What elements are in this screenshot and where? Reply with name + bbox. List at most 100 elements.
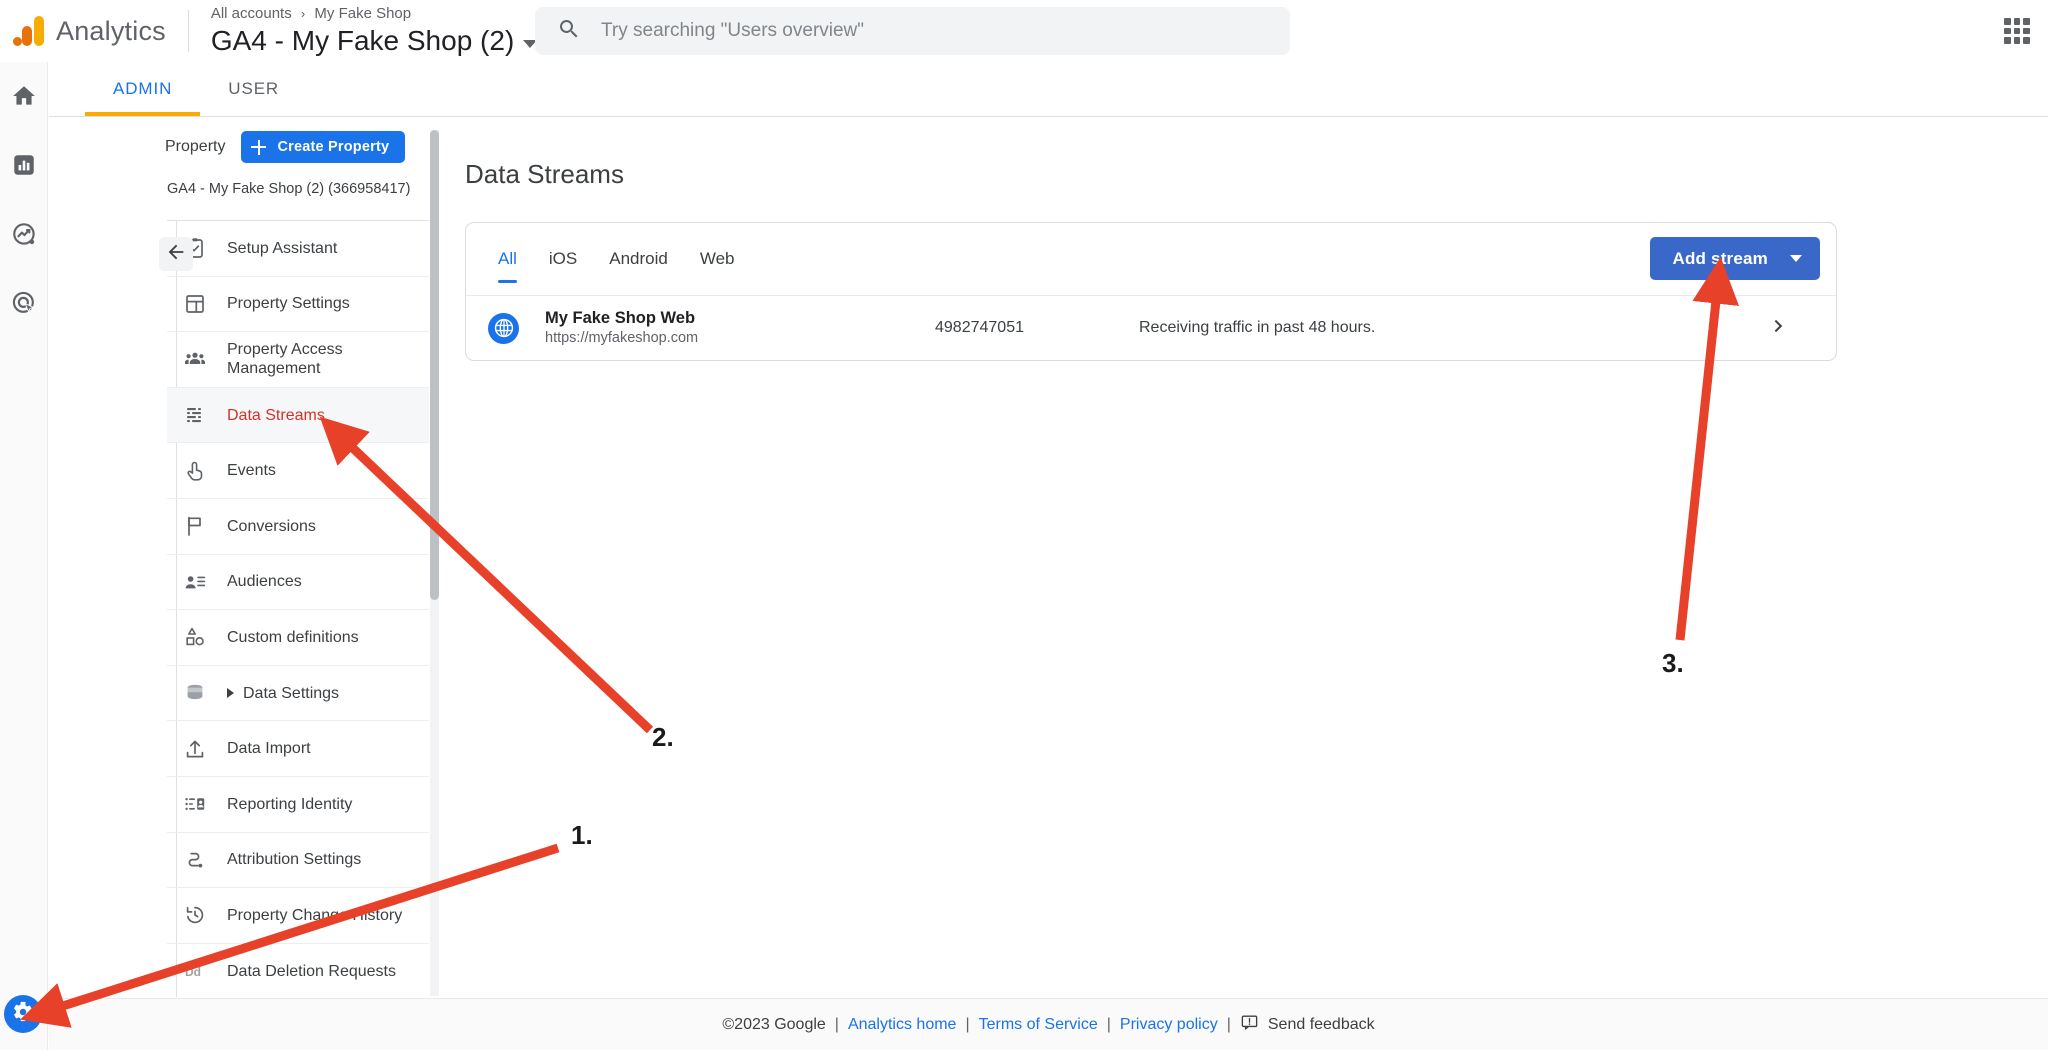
sidebar-item-reports[interactable] — [0, 139, 48, 196]
tab-web[interactable]: Web — [684, 223, 751, 295]
table-row[interactable]: My Fake Shop Web https://myfakeshop.com … — [466, 295, 1836, 360]
breadcrumb-separator-icon: › — [301, 6, 305, 21]
create-property-button[interactable]: Create Property — [241, 131, 405, 163]
sidebar-item-setup-assistant[interactable]: Setup Assistant — [167, 220, 429, 276]
send-feedback-button[interactable]: Send feedback — [1240, 1013, 1375, 1037]
sidebar-item-property-settings[interactable]: Property Settings — [167, 276, 429, 332]
property-title: GA4 - My Fake Shop (2) — [211, 25, 514, 57]
database-icon — [183, 681, 207, 705]
history-clock-icon — [183, 903, 207, 927]
svg-text:Dd: Dd — [185, 965, 201, 979]
sidebar-item-audiences[interactable]: Audiences — [167, 554, 429, 610]
brand-name: Analytics — [56, 16, 166, 47]
arrow-left-icon — [165, 241, 187, 268]
flag-icon — [183, 514, 207, 538]
property-header-row: Property Create Property — [49, 117, 429, 173]
sidebar-item-property-access-management[interactable]: Property Access Management — [167, 331, 429, 387]
tab-ios[interactable]: iOS — [533, 223, 593, 295]
sidebar-item-advertising[interactable] — [0, 277, 48, 334]
sidebar-item-label: Data Import — [227, 739, 311, 758]
sidebar-item-label: Audiences — [227, 572, 302, 591]
sidebar-item-label: Attribution Settings — [227, 850, 361, 869]
upload-icon — [183, 737, 207, 761]
sidebar-item-data-settings[interactable]: Data Settings — [167, 665, 429, 721]
apps-grid-icon[interactable] — [2000, 14, 2034, 48]
property-selector[interactable]: GA4 - My Fake Shop (2) — [211, 25, 537, 57]
plus-icon — [251, 140, 266, 155]
sidebar-item-label: Data Deletion Requests — [227, 962, 396, 981]
stream-url: https://myfakeshop.com — [545, 329, 698, 348]
status-badge: Receiving traffic in past 48 hours. — [1139, 319, 1375, 337]
tab-android[interactable]: Android — [593, 223, 684, 295]
property-id-line: GA4 - My Fake Shop (2) (366958417) — [49, 173, 429, 207]
collapse-panel-button[interactable] — [159, 237, 193, 271]
search-input[interactable] — [599, 19, 1239, 43]
sidebar-item-explore[interactable] — [0, 208, 48, 265]
footer-link-terms-of-service[interactable]: Terms of Service — [979, 1016, 1098, 1034]
sidebar-item-label: Reporting Identity — [227, 795, 352, 814]
account-block: All accounts › My Fake Shop GA4 - My Fak… — [211, 5, 537, 57]
copyright: ©2023 Google — [722, 1016, 825, 1034]
sidebar-item-data-streams[interactable]: Data Streams — [167, 387, 429, 443]
admin-gear-fab[interactable] — [4, 995, 42, 1033]
stream-filter-tabs: All iOS Android Web Add stream — [466, 223, 1836, 295]
divider: | — [835, 1016, 839, 1034]
shapes-icon — [183, 625, 207, 649]
top-bar: Analytics All accounts › My Fake Shop GA… — [0, 0, 2048, 62]
stream-name: My Fake Shop Web — [545, 308, 698, 328]
sidebar-item-label: Property Access Management — [227, 340, 429, 378]
breadcrumb-all-accounts[interactable]: All accounts — [211, 5, 292, 22]
sidebar-item-events[interactable]: Events — [167, 442, 429, 498]
tab-all[interactable]: All — [482, 223, 533, 295]
search-bar[interactable] — [535, 7, 1290, 55]
sidebar-item-home[interactable] — [0, 70, 48, 127]
breadcrumb: All accounts › My Fake Shop — [211, 5, 537, 23]
people-icon — [183, 347, 207, 371]
sidebar-item-custom-definitions[interactable]: Custom definitions — [167, 609, 429, 665]
globe-web-icon — [488, 313, 519, 344]
sidebar-item-label: Events — [227, 461, 276, 480]
chevron-right-icon[interactable] — [1766, 313, 1792, 344]
stream-cells: My Fake Shop Web https://myfakeshop.com … — [545, 296, 1814, 361]
footer-link-analytics-home[interactable]: Analytics home — [848, 1016, 957, 1034]
sidebar-item-conversions[interactable]: Conversions — [167, 498, 429, 554]
sidebar-item-attribution-settings[interactable]: Attribution Settings — [167, 832, 429, 888]
footer-link-privacy-policy[interactable]: Privacy policy — [1120, 1016, 1218, 1034]
reporting-identity-icon — [183, 792, 207, 816]
feedback-icon — [1240, 1013, 1268, 1037]
expand-arrow-icon — [227, 688, 234, 698]
sidebar-item-label: Setup Assistant — [227, 239, 337, 258]
divider — [188, 10, 189, 52]
add-stream-label: Add stream — [1672, 249, 1768, 269]
google-analytics-logo — [12, 14, 46, 48]
sidebar-item-label: Data Settings — [243, 684, 339, 703]
dd-icon: Dd — [183, 959, 207, 983]
sidebar-item-data-import[interactable]: Data Import — [167, 720, 429, 776]
stream-identity: My Fake Shop Web https://myfakeshop.com — [545, 308, 698, 348]
admin-left-panel: Property Create Property GA4 - My Fake S… — [49, 117, 429, 997]
gear-icon — [12, 1001, 34, 1028]
explore-trend-icon — [11, 221, 38, 253]
left-nav-rail — [0, 62, 48, 1050]
person-list-icon — [183, 570, 207, 594]
divider: | — [1107, 1016, 1111, 1034]
sidebar-item-reporting-identity[interactable]: Reporting Identity — [167, 776, 429, 832]
sidebar-item-label: Property Settings — [227, 294, 350, 313]
add-stream-button[interactable]: Add stream — [1650, 237, 1820, 280]
tab-admin[interactable]: ADMIN — [85, 61, 200, 116]
tab-user[interactable]: USER — [200, 61, 307, 116]
property-label: Property — [165, 138, 225, 156]
page-title: Data Streams — [441, 117, 1861, 190]
sidebar-item-data-deletion-requests[interactable]: Dd Data Deletion Requests — [167, 943, 429, 997]
caret-down-icon — [1790, 255, 1802, 262]
breadcrumb-property[interactable]: My Fake Shop — [314, 5, 411, 22]
divider: | — [1227, 1016, 1231, 1034]
data-streams-icon — [183, 403, 207, 427]
admin-user-tabbar: ADMIN USER — [49, 62, 2048, 117]
sidebar-item-property-change-history[interactable]: Property Change History — [167, 887, 429, 943]
property-layout-icon — [183, 292, 207, 316]
attribution-path-icon — [183, 848, 207, 872]
send-feedback-label: Send feedback — [1268, 1016, 1375, 1034]
sidebar-item-label: Custom definitions — [227, 628, 359, 647]
admin-panel-scrollbar-thumb[interactable] — [430, 130, 439, 600]
